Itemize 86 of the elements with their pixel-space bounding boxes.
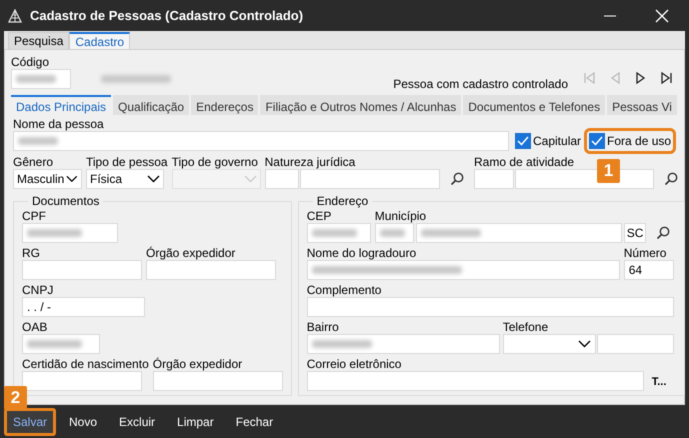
- input-field[interactable]: [306, 297, 674, 317]
- toolbar-button[interactable]: Excluir: [110, 408, 164, 436]
- blurred-value: [27, 229, 82, 237]
- field-label: Tipo de pessoa: [86, 156, 168, 169]
- field-label: Bairro: [306, 321, 340, 334]
- field-label: Código: [11, 56, 50, 69]
- field-label: RG: [22, 247, 41, 260]
- toolbar-button[interactable]: Fechar: [226, 408, 282, 436]
- select-field[interactable]: Masculin: [13, 169, 82, 189]
- group-title: Documentos: [31, 194, 100, 208]
- callout-tooltip: 1: [597, 159, 620, 183]
- toolbar-button[interactable]: Salvar: [4, 408, 56, 436]
- toolbar-button[interactable]: Novo: [60, 408, 106, 436]
- field-label: CNPJ: [22, 284, 54, 297]
- input-field[interactable]: [22, 223, 118, 243]
- input-field[interactable]: [22, 371, 142, 391]
- field-label: CPF: [22, 210, 47, 223]
- blurred-value: [101, 75, 171, 83]
- input-field[interactable]: [596, 334, 674, 354]
- search-icon[interactable]: [450, 172, 464, 186]
- input-field[interactable]: 64: [624, 260, 674, 280]
- field-label: Complemento: [306, 284, 382, 297]
- input-field[interactable]: [416, 223, 622, 243]
- input-field[interactable]: [11, 69, 71, 89]
- blurred-value: [16, 75, 56, 83]
- field-label: CEP: [306, 210, 332, 223]
- select-field[interactable]: [502, 334, 596, 354]
- checkmark-icon: [591, 136, 604, 146]
- tab[interactable]: Endereços: [191, 95, 258, 115]
- field-label: Nome do logradouro: [306, 247, 418, 260]
- field-label: Gênero: [13, 156, 54, 169]
- input-field[interactable]: [306, 260, 620, 280]
- state-field[interactable]: SC: [624, 223, 646, 243]
- field-label: Órgão expedidor: [146, 247, 236, 260]
- field-label: Telefone: [502, 321, 550, 334]
- field-label: Número: [624, 247, 668, 260]
- blurred-value: [312, 229, 357, 237]
- tab[interactable]: Qualificação: [113, 95, 190, 115]
- field-label: Ramo de atividade: [474, 156, 576, 169]
- close-icon[interactable]: [655, 8, 669, 22]
- field-label: Órgão expedidor: [152, 358, 244, 371]
- input-field[interactable]: [474, 169, 514, 189]
- field-label: Correio eletrônico: [306, 358, 402, 371]
- field-label: Município: [374, 210, 428, 223]
- search-icon[interactable]: [656, 226, 670, 240]
- input-field[interactable]: [306, 371, 644, 391]
- input-field[interactable]: [306, 223, 371, 243]
- more-button[interactable]: T...: [648, 376, 670, 388]
- input-field[interactable]: [374, 223, 414, 243]
- skip-last-icon[interactable]: [660, 71, 674, 85]
- field-label: OAB: [22, 321, 48, 334]
- checkbox[interactable]: Capitular: [513, 131, 584, 151]
- input-field[interactable]: [152, 371, 283, 391]
- toolbar-button[interactable]: Limpar: [168, 408, 223, 436]
- input-field[interactable]: [264, 169, 299, 189]
- field-label: Nome da pessoa: [13, 118, 105, 131]
- tab[interactable]: Dados Principais: [11, 95, 112, 115]
- field-label: Natureza jurídica: [264, 156, 356, 169]
- blurred-value: [420, 229, 481, 237]
- select-field[interactable]: Física: [86, 169, 164, 189]
- group-title: Endereço: [316, 194, 370, 208]
- app-logo-icon: [8, 8, 22, 22]
- status-text: Pessoa com cadastro controlado: [393, 77, 568, 91]
- blurred-value: [27, 340, 82, 348]
- tab[interactable]: Documentos e Telefones: [463, 95, 606, 115]
- input-field[interactable]: [22, 334, 100, 354]
- callout-tooltip: 2: [4, 386, 27, 410]
- tab[interactable]: Cadastro: [69, 32, 130, 49]
- input-field[interactable]: [146, 260, 276, 280]
- tab[interactable]: Pesquisa: [8, 32, 70, 49]
- blurred-value: [380, 229, 405, 237]
- blurred-value: [18, 137, 58, 145]
- input-field[interactable]: [300, 169, 440, 189]
- input-field[interactable]: . . / -: [22, 297, 145, 317]
- tab[interactable]: Filiação e Outros Nomes / Alcunhas: [260, 95, 462, 115]
- field-label: Certidão de nascimento: [22, 358, 149, 371]
- search-icon[interactable]: [664, 172, 678, 186]
- input-field[interactable]: [13, 131, 509, 151]
- input-field[interactable]: [22, 260, 142, 280]
- tab[interactable]: Pessoas Vi: [607, 95, 677, 115]
- field-label: Tipo de governo: [172, 156, 259, 169]
- input-field[interactable]: [306, 334, 500, 354]
- checkmark-icon: [517, 136, 529, 146]
- blurred-value: [312, 340, 372, 348]
- next-icon[interactable]: [634, 71, 648, 85]
- window-title: Cadastro de Pessoas (Cadastro Controlado): [30, 8, 304, 23]
